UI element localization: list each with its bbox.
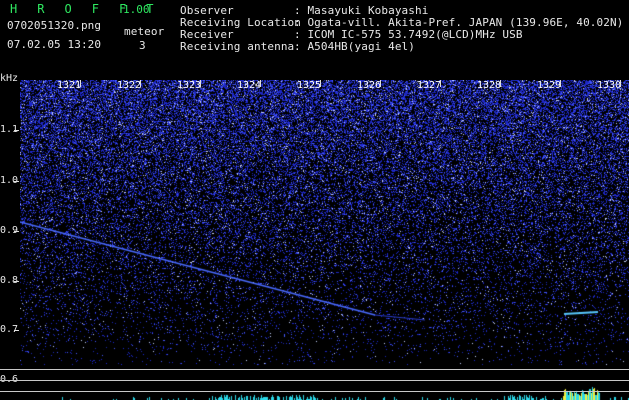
y-tick [14,181,19,182]
x-tick-label: 1329 [537,80,562,91]
y-tick [14,130,19,131]
x-tick-label: 1323 [177,80,202,91]
spectrogram-canvas [20,80,629,400]
x-tick-label: 1328 [477,80,502,91]
x-tick [620,80,621,87]
y-tick [14,281,19,282]
x-tick [320,80,321,87]
antenna-value: : A504HB(yagi 4el) [294,40,416,53]
x-tick-label: 1327 [417,80,442,91]
antenna-label: Receiving antenna [180,40,295,53]
reference-line [0,380,629,381]
x-tick [380,80,381,87]
x-tick [440,80,441,87]
x-tick [140,80,141,87]
reference-line [0,391,629,392]
y-tick [14,231,19,232]
x-tick [260,80,261,87]
filename-label: 0702051320.png [7,19,102,32]
x-tick [560,80,561,87]
x-tick-label: 1326 [357,80,382,91]
x-tick-label: 1322 [117,80,142,91]
x-tick-label: 1324 [237,80,262,91]
x-tick [200,80,201,87]
y-axis-unit: kHz [0,73,19,84]
reference-line [0,369,629,370]
meteor-label: meteor [124,25,165,38]
x-tick-label: 1321 [57,80,82,91]
meteor-count: 3 [139,39,146,52]
app-version: 1.00 [123,3,150,16]
x-tick [500,80,501,87]
spectrogram [20,80,629,400]
header-panel: H R O F F T 1.00 0702051320.png 07.02.05… [0,0,629,58]
x-tick-label: 1325 [297,80,322,91]
x-tick-label: 1330 [597,80,622,91]
datetime-label: 07.02.05 13:20 [7,38,102,51]
x-tick [80,80,81,87]
y-tick [14,330,19,331]
